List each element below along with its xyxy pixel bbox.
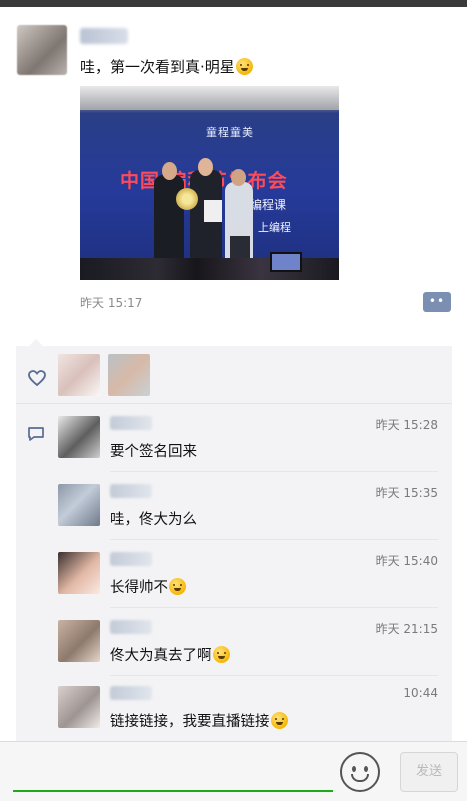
post-text-content: 哇，第一次看到真·明星 <box>80 58 235 76</box>
post-text: 哇，第一次看到真·明星 <box>80 56 253 77</box>
post-photo[interactable]: 童程童美 中国 编程节发布会 编程课 上编程 <box>80 86 339 280</box>
photo-stage-title: 童程童美 <box>206 126 254 139</box>
comment-time: 10:44 <box>403 686 438 700</box>
comment-time: 昨天 15:28 <box>375 418 438 432</box>
status-bar <box>0 0 467 7</box>
photo-bouquet <box>176 188 198 210</box>
comment-separator <box>110 675 438 676</box>
commenter-avatar[interactable] <box>58 620 100 662</box>
more-actions-button[interactable]: •• <box>423 292 451 312</box>
photo-stage-sub1: 编程课 <box>250 198 287 212</box>
post-author-name[interactable] <box>80 28 128 44</box>
comment-text: 佟大为真去了啊 <box>110 644 230 665</box>
photo-person-left-head <box>162 162 177 180</box>
panel-divider <box>16 403 452 404</box>
comment-text-content: 哇，佟大为么 <box>110 512 197 528</box>
comment-item[interactable]: 10:44 链接链接，我要直播链接 <box>58 682 438 742</box>
comment-text: 要个签名回来 <box>110 440 197 461</box>
comment-item[interactable]: 昨天 21:15 佟大为真去了啊 <box>58 616 438 676</box>
comment-text-content: 佟大为真去了啊 <box>110 648 212 664</box>
photo-person-center-head <box>198 158 213 176</box>
commenter-avatar[interactable] <box>58 552 100 594</box>
comment-separator <box>110 539 438 540</box>
heart-eyes-face-icon <box>270 712 288 729</box>
comment-time: 昨天 21:15 <box>375 622 438 636</box>
commenter-avatar[interactable] <box>58 484 100 526</box>
likes-comments-panel: 昨天 15:28 要个签名回来 昨天 15:35 哇，佟大为么 昨天 15:40… <box>16 339 452 742</box>
heart-icon <box>28 370 46 387</box>
photo-person-right-head <box>231 169 246 186</box>
comment-separator <box>110 471 438 472</box>
comment-text: 链接链接，我要直播链接 <box>110 710 288 731</box>
comment-text-content: 要个签名回来 <box>110 444 197 460</box>
comment-item[interactable]: 昨天 15:35 哇，佟大为么 <box>58 480 438 540</box>
comment-time: 昨天 15:35 <box>375 486 438 500</box>
post-author-avatar[interactable] <box>17 25 67 75</box>
comment-text-content: 长得帅不 <box>110 580 168 596</box>
smile-face-icon <box>169 578 186 595</box>
flushed-face-icon <box>235 58 253 75</box>
post-time: 昨天 15:17 <box>80 296 143 310</box>
commenter-name[interactable] <box>110 552 152 566</box>
commenter-name[interactable] <box>110 484 152 498</box>
comment-text-content: 链接链接，我要直播链接 <box>110 714 270 730</box>
comment-item[interactable]: 昨天 15:40 长得帅不 <box>58 548 438 608</box>
laughing-tears-face-icon <box>212 646 230 663</box>
liker-avatar[interactable] <box>58 354 100 396</box>
commenter-name[interactable] <box>110 620 152 634</box>
commenter-name[interactable] <box>110 686 152 700</box>
commenter-avatar[interactable] <box>58 686 100 728</box>
photo-phone-screen <box>270 252 302 272</box>
comment-time: 昨天 15:40 <box>375 554 438 568</box>
comment-input-bar: 发送 <box>0 741 467 801</box>
comment-input-field[interactable] <box>13 790 333 792</box>
comment-icon <box>28 427 44 441</box>
comment-separator <box>110 607 438 608</box>
commenter-avatar[interactable] <box>58 416 100 458</box>
emoji-picker-button[interactable] <box>340 752 380 792</box>
comment-text: 长得帅不 <box>110 576 186 597</box>
comment-item[interactable]: 昨天 15:28 要个签名回来 <box>58 412 438 472</box>
send-button[interactable]: 发送 <box>400 752 458 792</box>
photo-certificate <box>204 200 222 222</box>
liker-avatar[interactable] <box>108 354 150 396</box>
commenter-name[interactable] <box>110 416 152 430</box>
photo-ceiling <box>80 86 339 110</box>
photo-stage-sub2: 上编程 <box>258 221 291 234</box>
comment-text: 哇，佟大为么 <box>110 508 197 529</box>
